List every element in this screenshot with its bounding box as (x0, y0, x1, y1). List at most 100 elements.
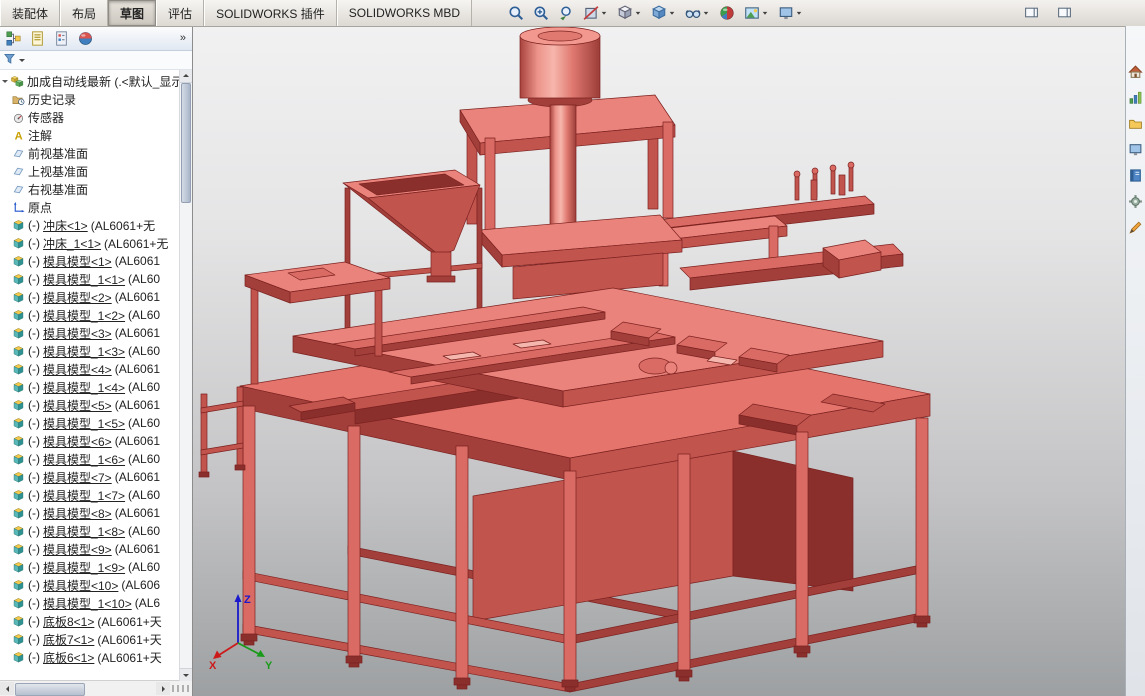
design-library-button[interactable] (1127, 88, 1145, 106)
tree-item-上视基准面[interactable]: 上视基准面 (0, 162, 192, 180)
press-assembly[interactable] (460, 27, 682, 299)
tree-item-模具模型<6>[interactable]: (-) 模具模型<6> (AL6061 (0, 432, 192, 450)
view-palette-button[interactable] (1127, 140, 1145, 158)
panel-splitter-grip[interactable] (172, 685, 191, 692)
zoom-to-area-button[interactable] (530, 2, 552, 24)
tree-item-历史记录[interactable]: 历史记录 (0, 90, 192, 108)
view-settings-button[interactable] (775, 2, 806, 24)
tree-item-模具模型<8>[interactable]: (-) 模具模型<8> (AL6061 (0, 504, 192, 522)
appearances-scenes-icon (1128, 168, 1143, 183)
hscroll-thumb[interactable] (15, 683, 85, 696)
dropdown-caret-icon[interactable] (668, 9, 676, 17)
cad-model[interactable] (199, 27, 930, 692)
scroll-up-button[interactable] (180, 70, 192, 83)
apply-scene-button[interactable] (741, 2, 772, 24)
tree-item-模具模型<9>[interactable]: (-) 模具模型<9> (AL6061 (0, 540, 192, 558)
tree-item-模具模型_1<1>[interactable]: (-) 模具模型_1<1> (AL60 (0, 270, 192, 288)
ribbon-tab-草图[interactable]: 草图 (108, 0, 156, 26)
tree-item-模具模型<1>[interactable]: (-) 模具模型<1> (AL6061 (0, 252, 192, 270)
history-icon (12, 93, 25, 106)
part-icon (12, 453, 25, 466)
vscroll-thumb[interactable] (181, 83, 191, 203)
dropdown-caret-icon[interactable] (634, 9, 642, 17)
tree-item-原点[interactable]: 原点 (0, 198, 192, 216)
machine-table[interactable] (240, 288, 930, 480)
expander-icon[interactable] (2, 80, 8, 86)
tree-item-模具模型<7>[interactable]: (-) 模具模型<7> (AL6061 (0, 468, 192, 486)
file-explorer-button[interactable] (1127, 114, 1145, 132)
tree-item-模具模型<5>[interactable]: (-) 模具模型<5> (AL6061 (0, 396, 192, 414)
tree-item-传感器[interactable]: 传感器 (0, 108, 192, 126)
custom-properties-icon (1128, 194, 1143, 209)
tree-filter-bar[interactable] (0, 51, 192, 70)
forum-button[interactable] (1127, 218, 1145, 236)
part-icon (12, 597, 25, 610)
tree-item-前视基准面[interactable]: 前视基准面 (0, 144, 192, 162)
edit-appearance-button[interactable] (716, 2, 738, 24)
tree-item-模具模型_1<4>[interactable]: (-) 模具模型_1<4> (AL60 (0, 378, 192, 396)
tree-item-模具模型_1<3>[interactable]: (-) 模具模型_1<3> (AL60 (0, 342, 192, 360)
scroll-right-button[interactable] (156, 682, 170, 695)
tree-item-底板6<1>[interactable]: (-) 底板6<1> (AL6061+天 (0, 648, 192, 666)
filter-funnel-icon (3, 52, 16, 68)
tree-item-模具模型<2>[interactable]: (-) 模具模型<2> (AL6061 (0, 288, 192, 306)
view-orientation-button[interactable] (614, 2, 645, 24)
tree-item-底板7<1>[interactable]: (-) 底板7<1> (AL6061+天 (0, 630, 192, 648)
forum-icon (1128, 220, 1143, 235)
featuremanager-tab-button[interactable] (3, 28, 24, 49)
task-pane-strip (1125, 26, 1145, 696)
scroll-left-button[interactable] (0, 682, 14, 695)
solidworks-resources-button[interactable] (1127, 62, 1145, 80)
tree-item-底板8<1>[interactable]: (-) 底板8<1> (AL6061+天 (0, 612, 192, 630)
ribbon-tab-SOLIDWORKS MBD[interactable]: SOLIDWORKS MBD (337, 0, 472, 26)
zoom-to-fit-button[interactable] (505, 2, 527, 24)
tree-item-注解[interactable]: A注解 (0, 126, 192, 144)
display-style-button[interactable] (648, 2, 679, 24)
section-view-button[interactable] (580, 2, 611, 24)
dropdown-caret-icon[interactable] (600, 9, 608, 17)
filter-dropdown-caret-icon[interactable] (19, 59, 25, 65)
ribbon-tab-评估[interactable]: 评估 (156, 0, 204, 26)
graphics-area[interactable]: Z X Y (193, 26, 1125, 696)
tree-item-模具模型<4>[interactable]: (-) 模具模型<4> (AL6061 (0, 360, 192, 378)
panel-overflow-chevron[interactable]: » (177, 32, 189, 44)
tree-item-模具模型_1<6>[interactable]: (-) 模具模型_1<6> (AL60 (0, 450, 192, 468)
ribbon-tab-SOLIDWORKS 插件[interactable]: SOLIDWORKS 插件 (204, 0, 337, 26)
tree-item-加成自动线最新 (.<默认_显示[interactable]: 加成自动线最新 (.<默认_显示 (0, 72, 192, 90)
displaymanager-tab-button[interactable] (75, 28, 96, 49)
collapse-right-pane-button[interactable] (1057, 5, 1072, 23)
part-icon (12, 327, 25, 340)
hopper[interactable] (343, 170, 482, 330)
tree-item-模具模型_1<5>[interactable]: (-) 模具模型_1<5> (AL60 (0, 414, 192, 432)
tree-vertical-scrollbar[interactable] (179, 70, 192, 681)
right-conveyor-rails[interactable] (640, 162, 903, 290)
3d-scene[interactable]: Z X Y (193, 26, 1125, 696)
sensors-icon (12, 111, 25, 124)
tree-horizontal-scrollbar[interactable] (0, 680, 192, 696)
tree-item-模具模型_1<7>[interactable]: (-) 模具模型_1<7> (AL60 (0, 486, 192, 504)
custom-properties-button[interactable] (1127, 192, 1145, 210)
configurationmanager-tab-button[interactable] (51, 28, 72, 49)
ribbon-tab-布局[interactable]: 布局 (60, 0, 108, 26)
tree-item-模具模型<10>[interactable]: (-) 模具模型<10> (AL606 (0, 576, 192, 594)
tree-item-冲床<1>[interactable]: (-) 冲床<1> (AL6061+无 (0, 216, 192, 234)
tree-item-右视基准面[interactable]: 右视基准面 (0, 180, 192, 198)
scroll-down-button[interactable] (180, 668, 192, 681)
part-icon (12, 381, 25, 394)
previous-view-button[interactable] (555, 2, 577, 24)
collapse-left-pane-button[interactable] (1024, 5, 1039, 23)
ribbon-tab-装配体[interactable]: 装配体 (0, 0, 60, 26)
tree-item-模具模型_1<9>[interactable]: (-) 模具模型_1<9> (AL60 (0, 558, 192, 576)
tree-item-冲床_1<1>[interactable]: (-) 冲床_1<1> (AL6061+无 (0, 234, 192, 252)
tree-item-模具模型_1<8>[interactable]: (-) 模具模型_1<8> (AL60 (0, 522, 192, 540)
propertymanager-tab-button[interactable] (27, 28, 48, 49)
tree-item-模具模型_1<10>[interactable]: (-) 模具模型_1<10> (AL6 (0, 594, 192, 612)
appearances-scenes-button[interactable] (1127, 166, 1145, 184)
dropdown-caret-icon[interactable] (702, 9, 710, 17)
edit-appearance-icon (719, 5, 735, 21)
tree-item-模具模型<3>[interactable]: (-) 模具模型<3> (AL6061 (0, 324, 192, 342)
hide-show-items-button[interactable] (682, 2, 713, 24)
dropdown-caret-icon[interactable] (795, 9, 803, 17)
dropdown-caret-icon[interactable] (761, 9, 769, 17)
tree-item-模具模型_1<2>[interactable]: (-) 模具模型_1<2> (AL60 (0, 306, 192, 324)
